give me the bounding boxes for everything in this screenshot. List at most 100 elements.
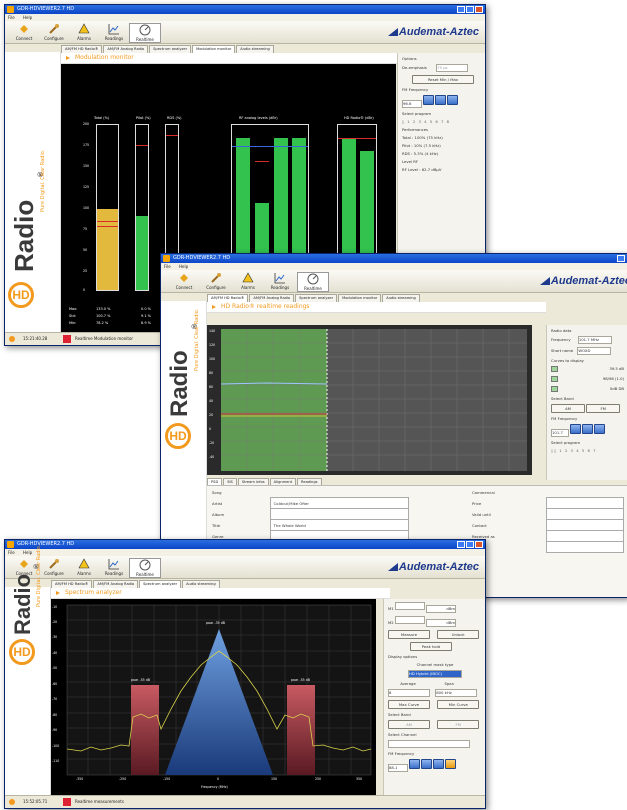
peak-hold-button[interactable]: Peak hold xyxy=(410,642,452,651)
search-icon[interactable] xyxy=(447,95,459,105)
close-button[interactable] xyxy=(475,6,483,13)
measure-button[interactable]: Measure xyxy=(388,630,430,639)
tab-audio-streaming[interactable]: Audio streaming xyxy=(236,45,274,53)
reset-min-max-button[interactable]: Reset Min / Max xyxy=(412,75,474,84)
status-time: 15:52:05.71 xyxy=(23,799,48,804)
commercial-value xyxy=(546,519,624,531)
realtime-button[interactable]: Realtime xyxy=(129,558,161,578)
tab-spectrum[interactable]: Spectrum analyzer xyxy=(149,45,192,53)
peak-label-right: pow: -55 dB xyxy=(291,678,310,682)
band-am-button[interactable]: AM xyxy=(551,404,585,413)
tune-down-icon[interactable] xyxy=(570,424,582,434)
performances-label: Performances xyxy=(402,127,429,132)
band-am-button[interactable]: AM xyxy=(388,720,430,729)
spectrum-plot xyxy=(66,604,372,776)
toolbar: Connect Configure Alarms Readings Realti… xyxy=(5,556,485,579)
min-curve-button[interactable]: Min Curve xyxy=(437,700,480,709)
tab-hd-radio[interactable]: AM/FM HD Radio® xyxy=(207,294,249,302)
band-fm-button[interactable]: FM xyxy=(586,404,621,413)
connect-button[interactable]: Connect xyxy=(9,23,39,41)
menu-file[interactable]: File xyxy=(164,264,171,269)
readings-button[interactable]: Readings xyxy=(265,272,295,290)
realtime-button[interactable]: Realtime xyxy=(129,23,161,43)
marker-freq-input[interactable] xyxy=(394,616,425,624)
fm-frequency-input[interactable]: 101.7 xyxy=(551,429,569,437)
menu-help[interactable]: Help xyxy=(23,15,32,20)
alarms-icon xyxy=(78,23,90,34)
configure-button[interactable]: Configure xyxy=(201,272,231,290)
tab-audio-streaming[interactable]: Audio streaming xyxy=(182,580,220,588)
curve-value: 0dB DB xyxy=(609,386,624,391)
curve-checkbox[interactable] xyxy=(551,376,558,382)
menu-file[interactable]: File xyxy=(8,550,15,555)
unlock-button[interactable]: Unlock xyxy=(437,630,480,639)
tab-modulation[interactable]: Modulation monitor xyxy=(192,45,236,53)
psd-artist-value: Coldcut;Mike Ofter xyxy=(269,497,410,509)
curve-checkbox[interactable] xyxy=(551,386,558,392)
select-channel-select[interactable] xyxy=(388,740,470,748)
tab-hd-radio[interactable]: AM/FM HD Radio® xyxy=(61,45,103,53)
minimize-button[interactable] xyxy=(457,541,465,548)
y-tick-label: -90 xyxy=(52,728,58,732)
channel-mask-select[interactable]: HD Hybrid (IBOC) xyxy=(408,670,462,678)
x-axis-label: Frequency (MHz) xyxy=(201,785,228,789)
maximize-button[interactable] xyxy=(466,6,474,13)
span-select[interactable]: 800 kHz xyxy=(435,689,478,697)
connect-button[interactable]: Connect xyxy=(169,272,199,290)
menu-help[interactable]: Help xyxy=(179,264,188,269)
minimize-button[interactable] xyxy=(457,6,465,13)
marker-freq-input[interactable] xyxy=(394,602,425,610)
tune-down-icon[interactable] xyxy=(423,95,435,105)
alarms-button[interactable]: Alarms xyxy=(233,272,263,290)
configure-button[interactable]: Configure xyxy=(39,558,69,576)
tab-analog-radio[interactable]: AM/FM Analog Radio xyxy=(103,45,149,53)
configure-button[interactable]: Configure xyxy=(39,23,69,41)
hd-radio-brand: HD Radio ® Pure Digital. Clear Radio. xyxy=(5,52,61,333)
window-title: GDR-HDVIEWER2.7 HD xyxy=(17,541,75,547)
menu-help[interactable]: Help xyxy=(23,550,32,555)
y-tick-label: 100 xyxy=(209,357,216,361)
search-icon[interactable] xyxy=(594,424,606,434)
y-tick-label: 80 xyxy=(209,371,214,375)
search-icon[interactable] xyxy=(433,759,445,769)
tune-up-icon[interactable] xyxy=(435,95,447,105)
tab-spectrum[interactable]: Spectrum analyzer xyxy=(295,294,338,302)
tune-up-icon[interactable] xyxy=(421,759,433,769)
close-button[interactable] xyxy=(475,541,483,548)
rf-level-value: RF Level : 62.7 dBµV xyxy=(402,167,442,172)
tab-spectrum[interactable]: Spectrum analyzer xyxy=(139,580,182,588)
readings-button[interactable]: Readings xyxy=(99,23,129,41)
menu-bar: File Help xyxy=(161,263,627,270)
tab-analog-radio[interactable]: AM/FM Analog Radio xyxy=(249,294,295,302)
de-emphasis-select[interactable]: 75 µs xyxy=(436,64,469,72)
maximize-button[interactable] xyxy=(466,541,474,548)
tune-up-icon[interactable] xyxy=(582,424,594,434)
curve-checkbox[interactable] xyxy=(551,366,558,372)
alarms-button[interactable]: Alarms xyxy=(69,23,99,41)
peak-label-center: pow: -35 dB xyxy=(206,621,225,625)
lock-icon[interactable] xyxy=(445,759,457,769)
status-message: Realtime measurements xyxy=(75,799,124,804)
program-buttons[interactable]: ▯▯ 1 2 3 4 5 6 7 xyxy=(551,448,624,453)
configure-icon xyxy=(211,273,221,283)
tab-modulation[interactable]: Modulation monitor xyxy=(338,294,382,302)
tune-down-icon[interactable] xyxy=(409,759,421,769)
tab-hd-radio[interactable]: AM/FM HD Radio® xyxy=(51,580,93,588)
band-fm-button[interactable]: FM xyxy=(437,720,480,729)
average-input[interactable]: 8 xyxy=(388,689,430,697)
stat-total-min: 78.2 % xyxy=(96,321,109,325)
status-icon xyxy=(9,799,15,805)
tab-audio-streaming[interactable]: Audio streaming xyxy=(382,294,420,302)
alarms-button[interactable]: Alarms xyxy=(69,558,99,576)
tab-analog-radio[interactable]: AM/FM Analog Radio xyxy=(93,580,139,588)
max-curve-button[interactable]: Max Curve xyxy=(388,700,430,709)
menu-file[interactable]: File xyxy=(8,15,15,20)
minimize-button[interactable] xyxy=(617,255,625,262)
realtime-button[interactable]: Realtime xyxy=(297,272,329,292)
program-buttons[interactable]: ▯ 1 2 3 4 5 6 7 8 xyxy=(402,119,482,124)
fm-frequency-input[interactable]: 88.1 xyxy=(388,764,408,772)
fm-frequency-input[interactable]: 96.6 xyxy=(402,100,422,108)
status-message: Realtime Modulation monitor xyxy=(75,336,134,341)
total-meter xyxy=(96,124,119,291)
readings-button[interactable]: Readings xyxy=(99,558,129,576)
